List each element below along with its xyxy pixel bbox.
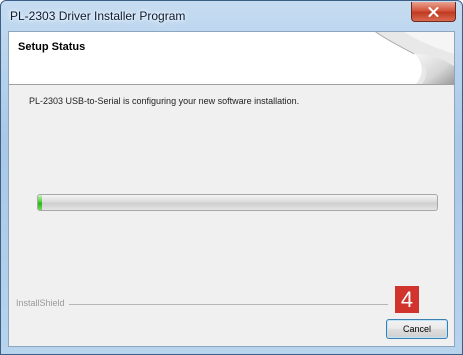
close-button[interactable] bbox=[411, 2, 456, 22]
close-icon bbox=[428, 6, 439, 17]
dialog-header: Setup Status bbox=[9, 32, 454, 85]
installer-window: PL-2303 Driver Installer Program Setup S… bbox=[0, 0, 463, 355]
progress-fill bbox=[38, 195, 42, 210]
page-curl-icon bbox=[374, 32, 454, 84]
separator-line bbox=[16, 304, 388, 305]
step-number-badge: 4 bbox=[395, 286, 419, 313]
cancel-button[interactable]: Cancel bbox=[386, 319, 448, 339]
install-progress-bar bbox=[37, 194, 438, 211]
header-title: Setup Status bbox=[18, 41, 86, 53]
dialog-client-area: Setup Status PL-2303 USB-to-Serial is co… bbox=[8, 31, 455, 347]
title-bar[interactable]: PL-2303 Driver Installer Program bbox=[1, 1, 462, 31]
installshield-label: InstallShield bbox=[16, 298, 69, 308]
installshield-separator: InstallShield bbox=[16, 298, 388, 310]
status-message: PL-2303 USB-to-Serial is configuring you… bbox=[29, 96, 300, 106]
window-title: PL-2303 Driver Installer Program bbox=[10, 9, 186, 23]
